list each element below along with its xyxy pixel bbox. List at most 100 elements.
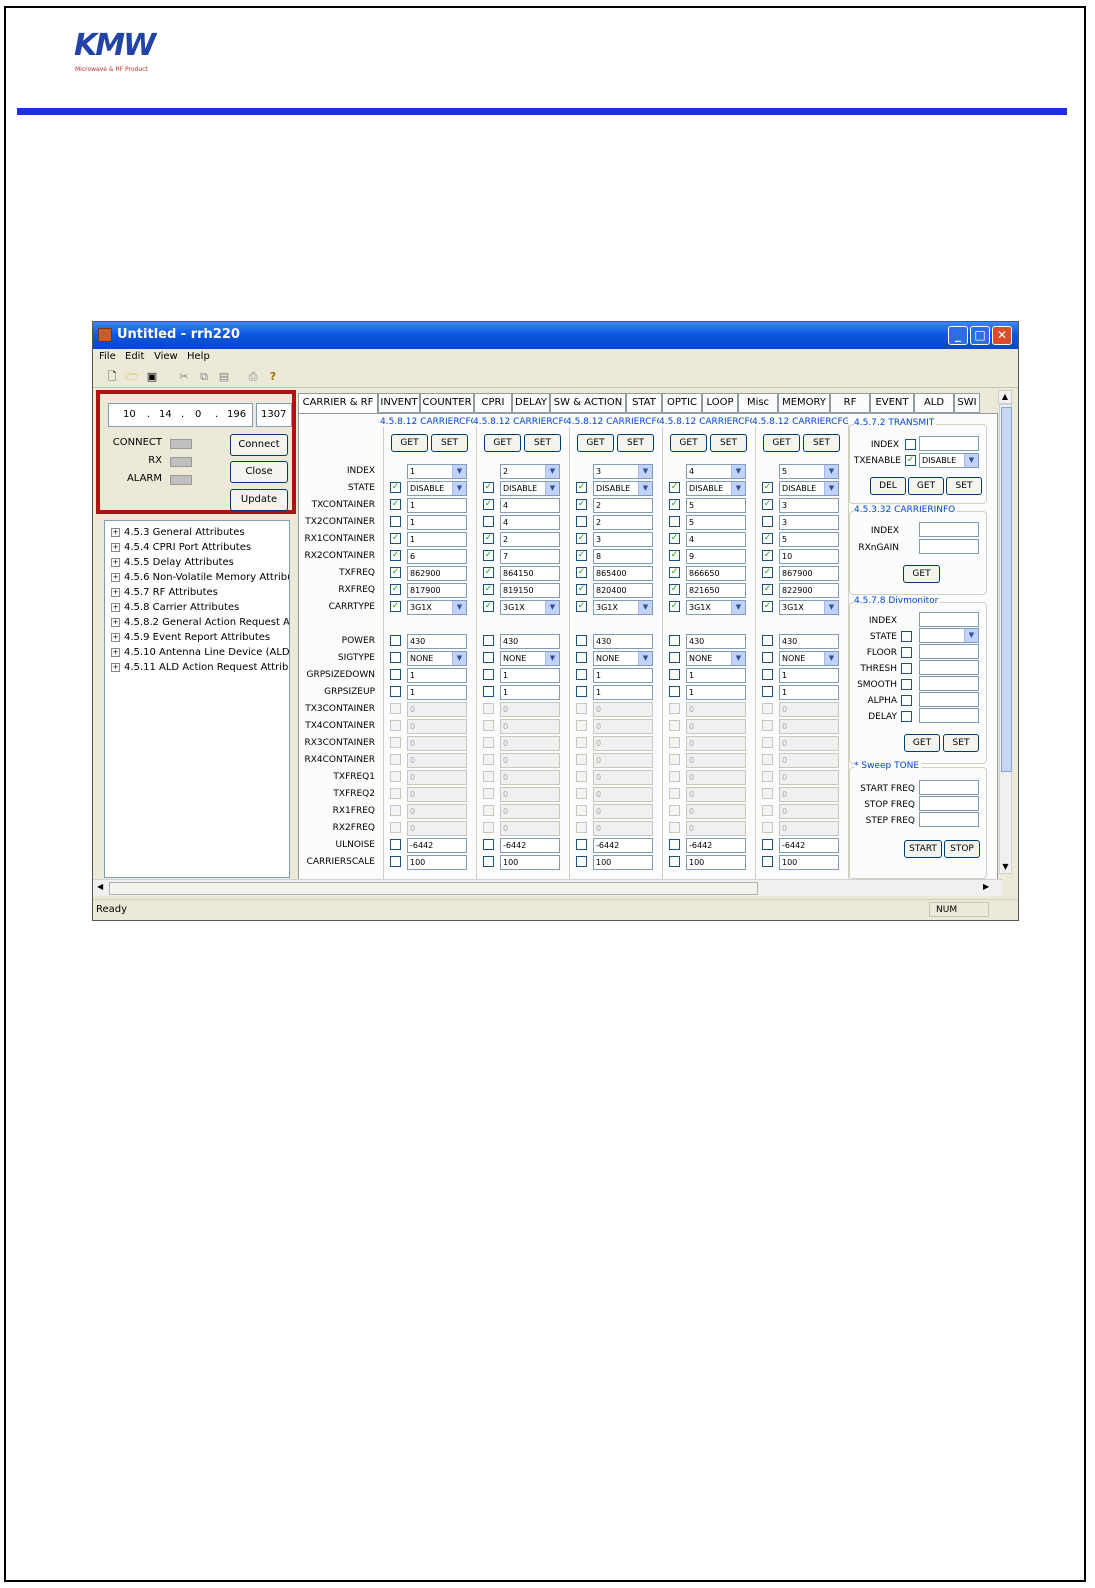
value-select[interactable]: DISABLE ▼ bbox=[500, 481, 560, 496]
maximize-button[interactable]: □ bbox=[970, 326, 990, 345]
value-field[interactable]: 9 bbox=[686, 549, 746, 564]
value-field[interactable]: 100 bbox=[686, 855, 746, 870]
tree-item[interactable]: +4.5.7 RF Attributes bbox=[105, 585, 289, 600]
row-checkbox[interactable]: ✓ bbox=[762, 550, 773, 561]
row-checkbox[interactable]: ✓ bbox=[576, 601, 587, 612]
carrier-set-button[interactable]: SET bbox=[524, 434, 561, 452]
value-select[interactable]: 2 ▼ bbox=[500, 464, 560, 479]
menu-file[interactable]: File bbox=[99, 351, 116, 362]
divmonitor-smooth-checkbox[interactable] bbox=[901, 679, 912, 690]
row-checkbox[interactable]: ✓ bbox=[390, 533, 401, 544]
divmonitor-state-checkbox[interactable] bbox=[901, 631, 912, 642]
row-checkbox[interactable] bbox=[669, 669, 680, 680]
sweep-start-freq-field[interactable] bbox=[919, 780, 979, 795]
value-field[interactable]: 1 bbox=[407, 515, 467, 530]
chevron-down-icon[interactable]: ▼ bbox=[638, 482, 652, 495]
row-checkbox[interactable]: ✓ bbox=[669, 584, 680, 595]
vertical-scrollbar[interactable]: ▼ bbox=[999, 404, 1012, 874]
value-field[interactable]: 3 bbox=[779, 515, 839, 530]
rxngain-field[interactable] bbox=[919, 539, 979, 554]
value-field[interactable]: 2 bbox=[500, 532, 560, 547]
tab-event[interactable]: EVENT bbox=[870, 393, 914, 413]
paste-icon[interactable]: ▤ bbox=[217, 370, 231, 384]
row-checkbox[interactable] bbox=[762, 652, 773, 663]
row-checkbox[interactable]: ✓ bbox=[669, 550, 680, 561]
divmonitor-alpha-checkbox[interactable] bbox=[901, 695, 912, 706]
tree-item[interactable]: +4.5.8.2 General Action Request A bbox=[105, 615, 289, 630]
menu-view[interactable]: View bbox=[154, 351, 178, 362]
row-checkbox[interactable] bbox=[669, 856, 680, 867]
chevron-down-icon[interactable]: ▼ bbox=[731, 482, 745, 495]
horizontal-scrollbar[interactable]: ◀ ▶ bbox=[93, 879, 1002, 896]
divmonitor-thresh-field[interactable] bbox=[919, 660, 979, 675]
value-select[interactable]: 3G1X ▼ bbox=[593, 600, 653, 615]
row-checkbox[interactable]: ✓ bbox=[576, 533, 587, 544]
tab-stat[interactable]: STAT bbox=[626, 393, 662, 413]
value-field[interactable]: 10 bbox=[779, 549, 839, 564]
divmonitor-floor-field[interactable] bbox=[919, 644, 979, 659]
chevron-down-icon[interactable]: ▼ bbox=[824, 465, 838, 478]
expand-icon[interactable]: + bbox=[111, 662, 120, 672]
connect-button[interactable]: Connect bbox=[230, 434, 288, 456]
value-field[interactable]: 4 bbox=[500, 498, 560, 513]
value-field[interactable]: 1 bbox=[779, 685, 839, 700]
row-checkbox[interactable] bbox=[390, 652, 401, 663]
value-field[interactable]: -6442 bbox=[779, 838, 839, 853]
row-checkbox[interactable]: ✓ bbox=[669, 499, 680, 510]
row-checkbox[interactable]: ✓ bbox=[483, 499, 494, 510]
menu-edit[interactable]: Edit bbox=[125, 351, 144, 362]
horizontal-scroll-thumb[interactable] bbox=[109, 882, 758, 895]
value-field[interactable]: -6442 bbox=[593, 838, 653, 853]
chevron-down-icon[interactable]: ▼ bbox=[824, 601, 838, 614]
ip-address-input[interactable]: 10 . 14 . 0 . 196 bbox=[108, 403, 253, 427]
value-field[interactable]: 5 bbox=[779, 532, 839, 547]
chevron-down-icon[interactable]: ▼ bbox=[638, 652, 652, 665]
carrierinfo-index-field[interactable] bbox=[919, 522, 979, 537]
expand-icon[interactable]: + bbox=[111, 527, 120, 537]
chevron-down-icon[interactable]: ▼ bbox=[638, 601, 652, 614]
row-checkbox[interactable] bbox=[576, 686, 587, 697]
row-checkbox[interactable]: ✓ bbox=[762, 499, 773, 510]
txenable-select[interactable]: DISABLE ▼ bbox=[919, 453, 979, 468]
value-select[interactable]: NONE ▼ bbox=[407, 651, 467, 666]
value-field[interactable]: 2 bbox=[593, 515, 653, 530]
value-field[interactable]: 1 bbox=[407, 685, 467, 700]
value-field[interactable]: 1 bbox=[686, 685, 746, 700]
value-select[interactable]: 4 ▼ bbox=[686, 464, 746, 479]
expand-icon[interactable]: + bbox=[111, 602, 120, 612]
tree-item[interactable]: +4.5.9 Event Report Attributes bbox=[105, 630, 289, 645]
menu-help[interactable]: Help bbox=[187, 351, 210, 362]
expand-icon[interactable]: + bbox=[111, 572, 120, 582]
row-checkbox[interactable]: ✓ bbox=[483, 584, 494, 595]
row-checkbox[interactable] bbox=[576, 856, 587, 867]
value-field[interactable]: 1 bbox=[593, 668, 653, 683]
value-select[interactable]: DISABLE ▼ bbox=[686, 481, 746, 496]
value-field[interactable]: -6442 bbox=[686, 838, 746, 853]
carrier-get-button[interactable]: GET bbox=[670, 434, 707, 452]
row-checkbox[interactable]: ✓ bbox=[669, 601, 680, 612]
row-checkbox[interactable]: ✓ bbox=[390, 482, 401, 493]
row-checkbox[interactable]: ✓ bbox=[762, 584, 773, 595]
chevron-down-icon[interactable]: ▼ bbox=[731, 652, 745, 665]
row-checkbox[interactable]: ✓ bbox=[390, 499, 401, 510]
chevron-down-icon[interactable]: ▼ bbox=[824, 482, 838, 495]
divmonitor-delay-field[interactable] bbox=[919, 708, 979, 723]
carrier-get-button[interactable]: GET bbox=[577, 434, 614, 452]
row-checkbox[interactable] bbox=[483, 635, 494, 646]
divmonitor-set-button[interactable]: SET bbox=[943, 734, 979, 752]
transmit-set-button[interactable]: SET bbox=[946, 477, 982, 495]
row-checkbox[interactable] bbox=[390, 839, 401, 850]
value-select[interactable]: 1 ▼ bbox=[407, 464, 467, 479]
close-button[interactable]: Close bbox=[230, 461, 288, 483]
divmonitor-state-field[interactable]: ▼ bbox=[919, 628, 979, 643]
row-checkbox[interactable] bbox=[483, 856, 494, 867]
row-checkbox[interactable] bbox=[390, 669, 401, 680]
value-select[interactable]: 3G1X ▼ bbox=[779, 600, 839, 615]
carrier-get-button[interactable]: GET bbox=[484, 434, 521, 452]
row-checkbox[interactable]: ✓ bbox=[669, 533, 680, 544]
scroll-up-button[interactable]: ▲ bbox=[998, 390, 1012, 404]
value-select[interactable]: NONE ▼ bbox=[500, 651, 560, 666]
tab-misc[interactable]: Misc bbox=[738, 393, 778, 413]
tree-item[interactable]: +4.5.4 CPRI Port Attributes bbox=[105, 540, 289, 555]
row-checkbox[interactable] bbox=[483, 839, 494, 850]
